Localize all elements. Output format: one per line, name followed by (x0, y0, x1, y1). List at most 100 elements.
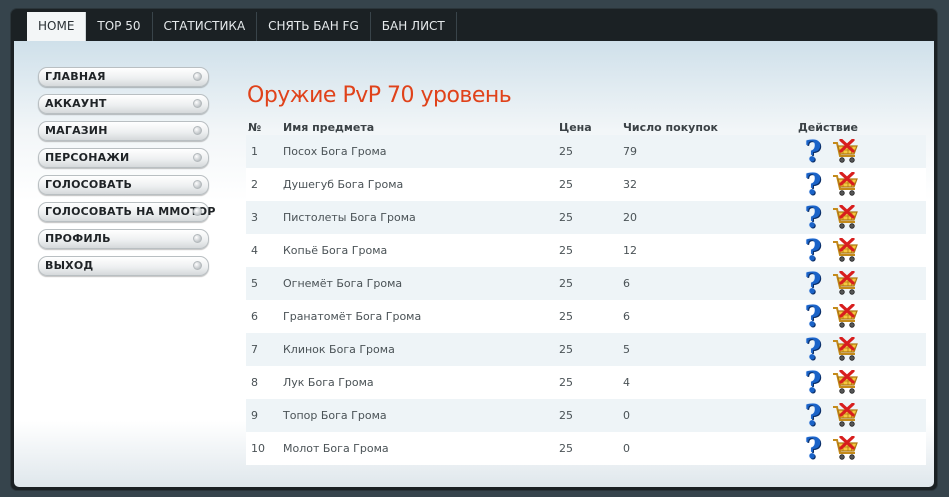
cell-price: 25 (559, 343, 573, 356)
help-icon[interactable]: ? (802, 137, 824, 166)
cell-number: 3 (251, 211, 258, 224)
sidebar-item-label: ГОЛОСОВАТЬ НА ММОТОР (45, 205, 216, 218)
table-row: 8 Лук Бога Грома 25 4? (246, 366, 926, 399)
sidebar-item-label: МАГАЗИН (45, 124, 108, 137)
row-actions: ? (802, 433, 862, 464)
cell-price: 25 (559, 211, 573, 224)
sidebar-item-4[interactable]: ГОЛОСОВАТЬ (38, 175, 209, 195)
site-frame: HOME TOP 50 СТАТИСТИКА СНЯТЬ БАН FG БАН ЛИСТ… (11, 9, 937, 490)
cell-purchases: 20 (623, 211, 637, 224)
cell-item-name: Лук Бога Грома (283, 376, 374, 389)
bullet-icon (193, 126, 202, 135)
column-header-number: № (248, 121, 262, 134)
cell-purchases: 6 (623, 310, 630, 323)
table-row: 3 Пистолеты Бога Грома 25 20? (246, 201, 926, 234)
table-row: 2 Душегуб Бога Грома 25 32? (246, 168, 926, 201)
bullet-icon (193, 153, 202, 162)
bullet-icon (193, 99, 202, 108)
help-icon[interactable]: ? (802, 236, 824, 265)
cell-item-name: Пистолеты Бога Грома (283, 211, 416, 224)
cell-price: 25 (559, 145, 573, 158)
cell-price: 25 (559, 409, 573, 422)
cart-remove-icon[interactable] (832, 172, 860, 198)
bullet-icon (193, 234, 202, 243)
cell-number: 9 (251, 409, 258, 422)
sidebar-item-label: ГОЛОСОВАТЬ (45, 178, 133, 191)
cell-purchases: 12 (623, 244, 637, 257)
sidebar-item-6[interactable]: ПРОФИЛЬ (38, 229, 209, 249)
cart-remove-icon[interactable] (832, 238, 860, 264)
cell-number: 4 (251, 244, 258, 257)
cart-remove-icon[interactable] (832, 337, 860, 363)
table-row: 6 Гранатомёт Бога Грома 25 6? (246, 300, 926, 333)
cart-remove-icon[interactable] (832, 271, 860, 297)
nav-tab-0[interactable]: HOME (27, 12, 87, 41)
table-row: 1 Посох Бога Грома 25 79? (246, 135, 926, 168)
cell-number: 10 (251, 442, 265, 455)
cell-purchases: 0 (623, 442, 630, 455)
cell-item-name: Клинок Бога Грома (283, 343, 395, 356)
cell-item-name: Посох Бога Грома (283, 145, 387, 158)
sidebar-item-1[interactable]: АККАУНТ (38, 94, 209, 114)
column-header-price: Цена (559, 121, 592, 134)
nav-tab-1[interactable]: TOP 50 (86, 12, 153, 41)
cart-remove-icon[interactable] (832, 370, 860, 396)
cell-price: 25 (559, 310, 573, 323)
cell-price: 25 (559, 244, 573, 257)
side-menu: ГЛАВНАЯ АККАУНТ МАГАЗИН ПЕРСОНАЖИ ГОЛОСОВАТЬ… (38, 67, 215, 283)
table-body: 1 Посох Бога Грома 25 79? 2 Душегуб Бога Гром… (246, 135, 926, 465)
cart-remove-icon[interactable] (832, 304, 860, 330)
cell-price: 25 (559, 442, 573, 455)
table-header: № Имя предмета Цена Число покупок Действ… (246, 119, 926, 135)
top-navigation: HOME TOP 50 СТАТИСТИКА СНЯТЬ БАН FG БАН ЛИСТ (27, 12, 457, 41)
help-icon[interactable]: ? (802, 434, 824, 463)
cell-number: 5 (251, 277, 258, 290)
sidebar-item-label: ВЫХОД (45, 259, 94, 272)
cell-item-name: Копьё Бога Грома (283, 244, 388, 257)
cart-remove-icon[interactable] (832, 205, 860, 231)
cell-number: 6 (251, 310, 258, 323)
cart-remove-icon[interactable] (832, 436, 860, 462)
help-icon[interactable]: ? (802, 368, 824, 397)
bullet-icon (193, 72, 202, 81)
row-actions: ? (802, 202, 862, 233)
bullet-icon (193, 180, 202, 189)
row-actions: ? (802, 169, 862, 200)
row-actions: ? (802, 334, 862, 365)
help-icon[interactable]: ? (802, 170, 824, 199)
sidebar-item-3[interactable]: ПЕРСОНАЖИ (38, 148, 209, 168)
help-icon[interactable]: ? (802, 269, 824, 298)
sidebar-item-7[interactable]: ВЫХОД (38, 256, 209, 276)
cell-purchases: 4 (623, 376, 630, 389)
table-row: 7 Клинок Бога Грома 25 5? (246, 333, 926, 366)
row-actions: ? (802, 268, 862, 299)
page-title: Оружие PvP 70 уровень (247, 83, 512, 108)
bullet-icon (193, 207, 202, 216)
help-icon[interactable]: ? (802, 401, 824, 430)
help-icon[interactable]: ? (802, 302, 824, 331)
cart-remove-icon[interactable] (832, 139, 860, 165)
nav-tab-3[interactable]: СНЯТЬ БАН FG (257, 12, 371, 41)
content-panel: ГЛАВНАЯ АККАУНТ МАГАЗИН ПЕРСОНАЖИ ГОЛОСОВАТЬ… (14, 41, 934, 487)
column-header-item-name: Имя предмета (283, 121, 375, 134)
cart-remove-icon[interactable] (832, 403, 860, 429)
cell-purchases: 6 (623, 277, 630, 290)
table-row: 9 Топор Бога Грома 25 0? (246, 399, 926, 432)
table-row: 10 Молот Бога Грома 25 0? (246, 432, 926, 465)
sidebar-item-5[interactable]: ГОЛОСОВАТЬ НА ММОТОР (38, 202, 215, 222)
sidebar-item-2[interactable]: МАГАЗИН (38, 121, 209, 141)
column-header-purchases: Число покупок (623, 121, 718, 134)
cell-purchases: 5 (623, 343, 630, 356)
sidebar-item-label: ГЛАВНАЯ (45, 70, 106, 83)
sidebar-item-0[interactable]: ГЛАВНАЯ (38, 67, 209, 87)
cell-item-name: Гранатомёт Бога Грома (283, 310, 422, 323)
cell-price: 25 (559, 376, 573, 389)
cell-number: 2 (251, 178, 258, 191)
help-icon[interactable]: ? (802, 203, 824, 232)
nav-tab-2[interactable]: СТАТИСТИКА (153, 12, 258, 41)
nav-tab-4[interactable]: БАН ЛИСТ (371, 12, 457, 41)
cell-price: 25 (559, 277, 573, 290)
help-icon[interactable]: ? (802, 335, 824, 364)
cell-purchases: 0 (623, 409, 630, 422)
cell-number: 1 (251, 145, 258, 158)
